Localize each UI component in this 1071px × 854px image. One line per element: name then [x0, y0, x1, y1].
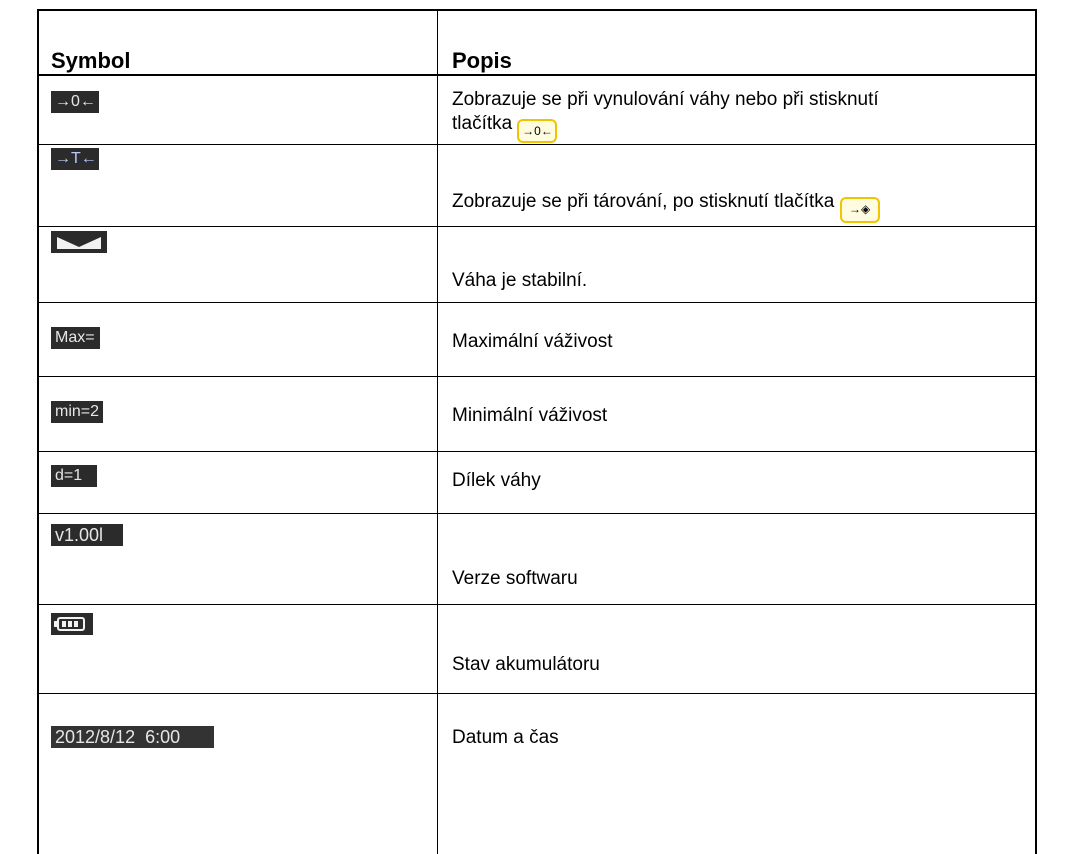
table-row-desc: Verze softwaru — [452, 568, 578, 589]
table-row-desc: Váha je stabilní. — [452, 270, 588, 291]
tare-button-icon: →◈ — [839, 197, 880, 223]
max-symbol: Max= — [51, 327, 100, 349]
column-divider — [437, 11, 438, 854]
table-row-desc: Datum a čas — [452, 727, 559, 748]
table-row-desc: Minimální váživost — [452, 405, 608, 426]
row-divider — [39, 376, 1035, 377]
row-divider — [39, 451, 1035, 452]
header-symbol: Symbol — [51, 48, 131, 73]
version-symbol: v1.00l — [51, 524, 123, 546]
header-separator — [39, 74, 1035, 76]
header-description: Popis — [452, 48, 512, 73]
stable-indicator-icon — [51, 231, 107, 253]
row-divider — [39, 513, 1035, 514]
symbol-table: Symbol Popis →0← Zobrazuje se při vynulo… — [37, 9, 1037, 854]
table-row-desc: Maximální váživost — [452, 331, 613, 352]
row-divider — [39, 693, 1035, 694]
row-divider — [39, 226, 1035, 227]
table-row-desc: Stav akumulátoru — [452, 654, 600, 675]
row-divider — [39, 144, 1035, 145]
min-symbol: min=2 — [51, 401, 103, 423]
row-divider — [39, 604, 1035, 605]
table-row-desc: Dílek váhy — [452, 470, 541, 491]
row-divider — [39, 302, 1035, 303]
datetime-symbol: 2012/8/12 6:00 — [51, 726, 214, 748]
table-row-desc: Zobrazuje se při vynulování váhy nebo př… — [452, 88, 879, 143]
tare-symbol: →T← — [51, 148, 99, 170]
battery-icon — [51, 613, 93, 635]
zero-symbol: →0← — [51, 91, 99, 113]
zero-button-icon: →0← — [517, 119, 558, 143]
table-row-desc: Zobrazuje se při tárování, po stisknutí … — [452, 190, 880, 223]
division-symbol: d=1 — [51, 465, 97, 487]
